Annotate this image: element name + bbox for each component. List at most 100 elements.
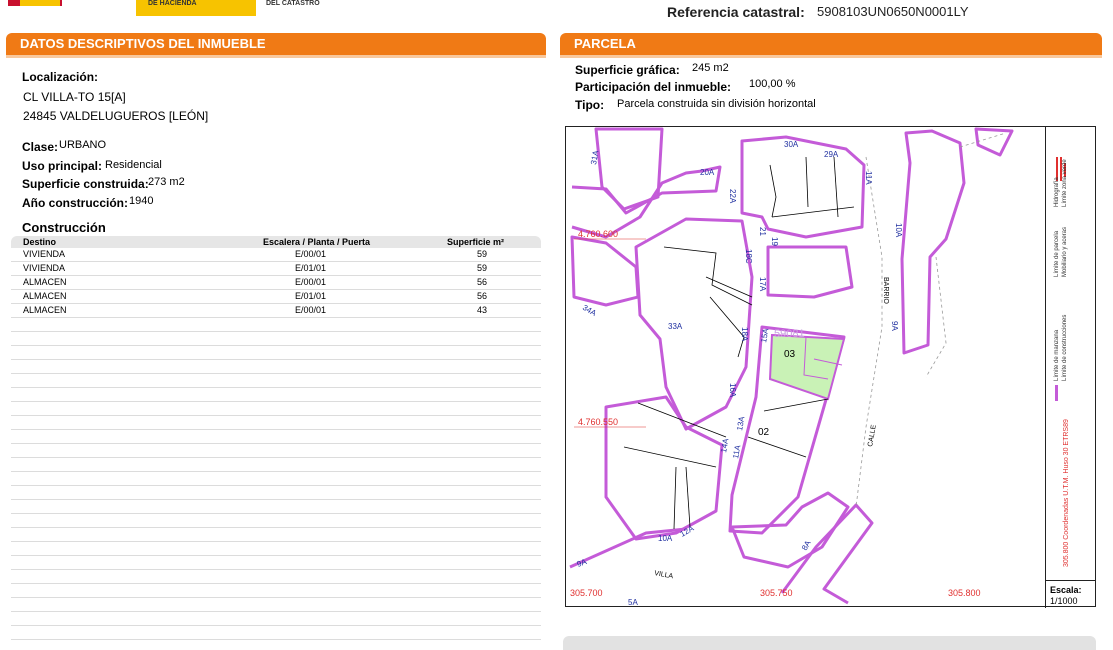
- logo-text-hacienda: DE HACIENDA: [148, 0, 197, 7]
- table-row: ALMACEN E/01/01 56: [11, 290, 541, 304]
- num-5a: 5A: [628, 598, 638, 607]
- construccion-label: Construcción: [22, 220, 106, 235]
- table-row: [11, 514, 541, 528]
- block-bottom-right: [780, 503, 874, 605]
- num-22a: 22A: [728, 189, 737, 204]
- participacion-label: Participación del inmueble:: [575, 80, 732, 94]
- num-33a: 33A: [668, 322, 683, 331]
- legend-limite-manzana: Límite de manzana: [1054, 329, 1060, 381]
- num-14a: 14A: [719, 437, 730, 453]
- coord-n2: 4.760.550: [578, 417, 618, 427]
- table-row: [11, 500, 541, 514]
- superficie-value: 273 m2: [148, 176, 185, 188]
- num-10a-bottom: 10A: [658, 534, 673, 543]
- street-calle: CALLE: [867, 424, 878, 447]
- cell-escalera: E/00/01: [295, 305, 327, 315]
- logo-yellow-mark: [20, 0, 60, 6]
- coord-e2: 305.750: [760, 588, 793, 598]
- num-30a: 30A: [784, 140, 799, 149]
- block-left-mid: [570, 235, 640, 307]
- cell-superficie: 43: [477, 305, 488, 315]
- legend-hidrografia: Hidrografía: [1054, 177, 1060, 207]
- num-29a: 29A: [824, 150, 839, 159]
- sup-grafica-label: Superficie gráfica:: [575, 63, 680, 77]
- table-row: [11, 360, 541, 374]
- table-row: [11, 584, 541, 598]
- table-row: VIVIENDA E/01/01 59: [11, 262, 541, 276]
- table-row: [11, 388, 541, 402]
- cell-escalera: E/01/01: [295, 263, 327, 273]
- cell-superficie: 56: [477, 277, 488, 287]
- uso-label: Uso principal:: [22, 159, 103, 173]
- num-11a: 11A: [864, 171, 873, 185]
- num-17a: 17A: [758, 277, 767, 292]
- table-row: [11, 430, 541, 444]
- localizacion-label: Localización:: [22, 70, 99, 84]
- refcat-value: 5908103UN0650N0001LY: [817, 4, 969, 19]
- table-row: [11, 486, 541, 500]
- legend-mobiliario: Mobiliario y aceras: [1062, 227, 1068, 277]
- num-20a: 20A: [700, 168, 715, 177]
- col-destino: Destino: [23, 237, 57, 247]
- scale-box: Escala: 1/1000: [1045, 580, 1096, 608]
- coord-n1: 4.760.600: [578, 229, 618, 239]
- num-34a: 34A: [581, 303, 598, 318]
- col-superficie: Superficie m²: [447, 237, 505, 247]
- clase-label: Clase:: [22, 140, 59, 154]
- table-row: [11, 612, 541, 626]
- subparcel-03: 03: [784, 349, 796, 360]
- table-row: [11, 402, 541, 416]
- cadastral-map[interactable]: 4.760.600 4.760.550 305.700 305.750 305.…: [565, 126, 1096, 607]
- map-svg: 4.760.600 4.760.550 305.700 305.750 305.…: [569, 127, 1014, 607]
- address-line1: CL VILLA-TO 15[A]: [23, 90, 126, 104]
- num-15a: 15A: [759, 327, 770, 343]
- street-villa: VILLA: [654, 570, 674, 580]
- section-datos-title: DATOS DESCRIPTIVOS DEL INMUEBLE: [6, 33, 546, 58]
- table-row: [11, 318, 541, 332]
- num-18a: 18A: [740, 327, 749, 342]
- ano-value: 1940: [129, 195, 154, 207]
- cell-destino: ALMACEN: [23, 305, 67, 315]
- parcel-id: 59081: [774, 328, 805, 340]
- block-mid-right: [766, 245, 854, 299]
- subject-parcel: [768, 333, 846, 401]
- coord-e3: 305.800: [948, 588, 981, 598]
- num-18c: 18C: [744, 249, 753, 264]
- table-header: Destino Escalera / Planta / Puerta Super…: [11, 236, 541, 248]
- table-row: [11, 598, 541, 612]
- tipo-value: Parcela construida sin división horizont…: [617, 98, 816, 110]
- table-row: [11, 472, 541, 486]
- legend-zona-verde: Límite zona verde: [1062, 159, 1068, 207]
- scale-label: Escala:: [1050, 585, 1082, 595]
- cell-escalera: E/00/01: [295, 249, 327, 259]
- cell-superficie: 59: [477, 263, 488, 273]
- superficie-label: Superficie construida:: [22, 177, 149, 191]
- tipo-label: Tipo:: [575, 98, 605, 112]
- num-21: 21: [758, 227, 767, 236]
- ano-label: Año construcción:: [22, 196, 129, 210]
- block-center-top: [740, 135, 866, 239]
- construccion-table: Destino Escalera / Planta / Puerta Super…: [11, 236, 541, 648]
- table-row: VIVIENDA E/00/01 59: [11, 248, 541, 262]
- subparcel-02: 02: [758, 427, 770, 438]
- col-escalera: Escalera / Planta / Puerta: [263, 237, 371, 247]
- num-10a-top: 10A: [894, 223, 903, 238]
- table-row: [11, 374, 541, 388]
- street-barrio: BARRIO: [882, 277, 889, 304]
- legend-limite-parcela: Límite de parcela: [1054, 230, 1060, 277]
- table-row: [11, 346, 541, 360]
- legend-coord-system: 305.800 Coordenadas U.T.M. Huso 30 ETRS8…: [1063, 419, 1070, 567]
- table-row: [11, 542, 541, 556]
- map-legend: 305.800 Coordenadas U.T.M. Huso 30 ETRS8…: [1045, 127, 1096, 580]
- table-row: [11, 626, 541, 640]
- block-right-corner: [974, 127, 1014, 157]
- cell-escalera: E/01/01: [295, 291, 327, 301]
- table-row: [11, 570, 541, 584]
- table-row: ALMACEN E/00/01 56: [11, 276, 541, 290]
- table-body: VIVIENDA E/00/01 59 VIVIENDA E/01/01 59 ALMACE…: [11, 248, 541, 640]
- refcat-label: Referencia catastral:: [667, 4, 805, 20]
- block-left-upper: [571, 165, 722, 239]
- num-16a: 16A: [728, 383, 737, 398]
- logo-text-catastro: DEL CATASTRO: [266, 0, 320, 7]
- table-row: [11, 332, 541, 346]
